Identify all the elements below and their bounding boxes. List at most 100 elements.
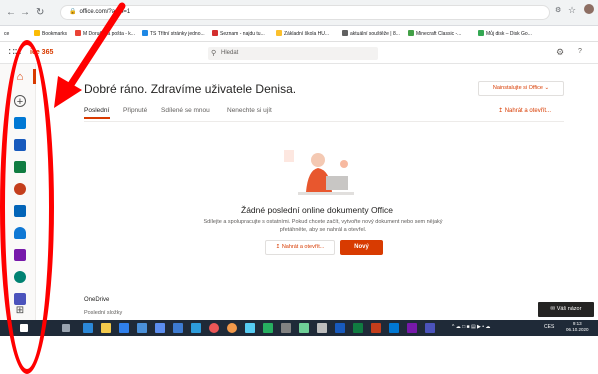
store-icon[interactable]: [119, 323, 129, 333]
drive-icon: [478, 30, 484, 36]
word-icon[interactable]: [14, 139, 26, 151]
illustration-bubble: [340, 160, 348, 168]
excel-icon[interactable]: [14, 161, 26, 173]
chrome-icon[interactable]: [227, 323, 237, 333]
empty-state-illustration: [284, 150, 354, 195]
language-indicator[interactable]: CES: [544, 324, 554, 330]
bookmark-item[interactable]: M Doručená pošta - k...: [75, 30, 135, 38]
competition-icon: [342, 30, 348, 36]
star-icon[interactable]: ☆: [568, 5, 576, 16]
new-document-button[interactable]: Nový: [340, 240, 383, 255]
feedback-button[interactable]: ✉ Váš názor: [538, 302, 594, 317]
app-launcher-icon[interactable]: ∷∷: [8, 47, 22, 59]
onedrive-heading: OneDrive: [84, 297, 110, 303]
tab-pinned[interactable]: Připnuté: [123, 106, 147, 116]
search-icon: ⚲: [211, 50, 217, 57]
bookmarks-bar: ce Bookmarks M Doručená pošta - k... TS …: [0, 26, 598, 42]
opera-icon[interactable]: [209, 323, 219, 333]
search-input[interactable]: ⚲ Hledat: [208, 47, 378, 60]
extension-icon[interactable]: ⚙: [555, 6, 561, 14]
start-windows-icon[interactable]: [20, 324, 28, 332]
lock-icon: 🔒: [69, 9, 77, 15]
outlook-icon[interactable]: [14, 117, 26, 129]
home-icon[interactable]: ⌂: [14, 71, 26, 83]
create-plus-icon[interactable]: +: [14, 95, 26, 108]
windows-taskbar: ^ ☁ □ ■ ▤ ▶ • ☁ CES 9:13 06.10.2020: [0, 320, 598, 336]
help-icon[interactable]: ?: [578, 48, 582, 55]
app-icon[interactable]: [281, 323, 291, 333]
office-brand[interactable]: ice 365: [30, 48, 53, 58]
bookmark-item[interactable]: Minecraft Classic -...: [408, 30, 461, 38]
page-greeting: Dobré ráno. Zdravíme uživatele Denisa.: [84, 82, 297, 96]
excel-taskbar-icon[interactable]: [353, 323, 363, 333]
bookmark-item[interactable]: Bookmarks: [34, 30, 67, 38]
recent-folders-label: Poslední složky: [84, 310, 123, 316]
app-icon[interactable]: [155, 323, 165, 333]
bookmark-item[interactable]: TS Třítní stránky jedno...: [142, 30, 205, 38]
all-apps-icon[interactable]: ⊞: [14, 305, 26, 317]
bookmark-item[interactable]: aktuální souštěže | 8...: [342, 30, 400, 38]
profile-avatar-icon[interactable]: [584, 4, 594, 14]
onedrive-icon[interactable]: [14, 205, 26, 217]
install-office-button[interactable]: Nainstalujte si Office ⌄: [478, 81, 564, 96]
onenote-icon[interactable]: [14, 249, 26, 261]
forward-icon[interactable]: →: [20, 7, 30, 19]
office-header: ∷∷ ice 365 ⚲ Hledat ⚙ ?: [0, 42, 598, 64]
illustration-head: [311, 153, 325, 167]
bookmark-item[interactable]: Základní škola HU...: [276, 30, 329, 38]
empty-state-title: Žádné poslední online dokumenty Office: [241, 205, 393, 215]
back-icon[interactable]: ←: [6, 7, 16, 19]
app-icon[interactable]: [299, 323, 309, 333]
powerpoint-taskbar-icon[interactable]: [371, 323, 381, 333]
sway-icon[interactable]: [14, 271, 26, 283]
mail-icon[interactable]: [173, 323, 183, 333]
reload-icon[interactable]: ↻: [36, 7, 44, 19]
app-icon[interactable]: [191, 323, 201, 333]
tab-shared[interactable]: Sdílené se mnou: [161, 106, 210, 116]
bookmark-item[interactable]: ce: [4, 30, 9, 38]
onedrive-cloud-icon[interactable]: [14, 227, 26, 239]
clock-date: 06.10.2020: [566, 327, 589, 332]
search-placeholder: Hledat: [221, 50, 239, 56]
bookmark-item[interactable]: Seznam - najdu tu...: [212, 30, 265, 38]
upload-icon: ↥: [498, 108, 504, 114]
app-icon[interactable]: [245, 323, 255, 333]
edge-icon[interactable]: [83, 323, 93, 333]
site-icon: [142, 30, 148, 36]
tab-discover[interactable]: Nenechte si ujít: [227, 106, 272, 116]
settings-gear-icon[interactable]: ⚙: [556, 47, 564, 58]
app-rail: ⌂ + ⊞: [0, 64, 36, 320]
illustration-laptop: [326, 176, 348, 190]
page-margin: [0, 336, 598, 374]
active-tab-underline: [84, 117, 110, 119]
upload-open-link[interactable]: ↥ Nahrát a otevřít...: [498, 106, 551, 116]
address-bar[interactable]: 🔒 office.com/?auth=1: [60, 5, 550, 20]
school-icon: [276, 30, 282, 36]
upload-icon: ↥: [275, 244, 281, 250]
tab-recent[interactable]: Poslední: [84, 106, 109, 116]
teams-taskbar-icon[interactable]: [425, 323, 435, 333]
empty-state-description: Sdílejte a spolupracujte s ostatními. Po…: [203, 219, 443, 233]
word-taskbar-icon[interactable]: [335, 323, 345, 333]
taskbar-clock[interactable]: 9:13 06.10.2020: [566, 321, 589, 333]
powerpoint-icon[interactable]: [14, 183, 26, 195]
illustration-desk: [298, 192, 354, 195]
upload-open-button[interactable]: ↥ Nahrát a otevřít...: [265, 240, 335, 255]
app-icon[interactable]: [263, 323, 273, 333]
tabs-divider: [84, 121, 564, 122]
outlook-taskbar-icon[interactable]: [389, 323, 399, 333]
app-icon[interactable]: [317, 323, 327, 333]
gmail-icon: [75, 30, 81, 36]
url-text: office.com/?auth=1: [79, 9, 131, 15]
feedback-icon: ✉: [550, 306, 556, 312]
browser-toolbar: ← → ↻ 🔒 office.com/?auth=1 ⚙ ☆: [0, 0, 598, 26]
arrow-head: [54, 76, 82, 108]
app-icon[interactable]: [137, 323, 147, 333]
active-indicator: [33, 69, 36, 84]
task-view-icon[interactable]: [62, 324, 70, 332]
file-explorer-icon[interactable]: [101, 323, 111, 333]
bookmark-item[interactable]: Můj disk – Disk Go...: [478, 30, 532, 38]
system-tray-icons[interactable]: ^ ☁ □ ■ ▤ ▶ • ☁: [452, 324, 490, 330]
onenote-taskbar-icon[interactable]: [407, 323, 417, 333]
teams-icon[interactable]: [14, 293, 26, 305]
